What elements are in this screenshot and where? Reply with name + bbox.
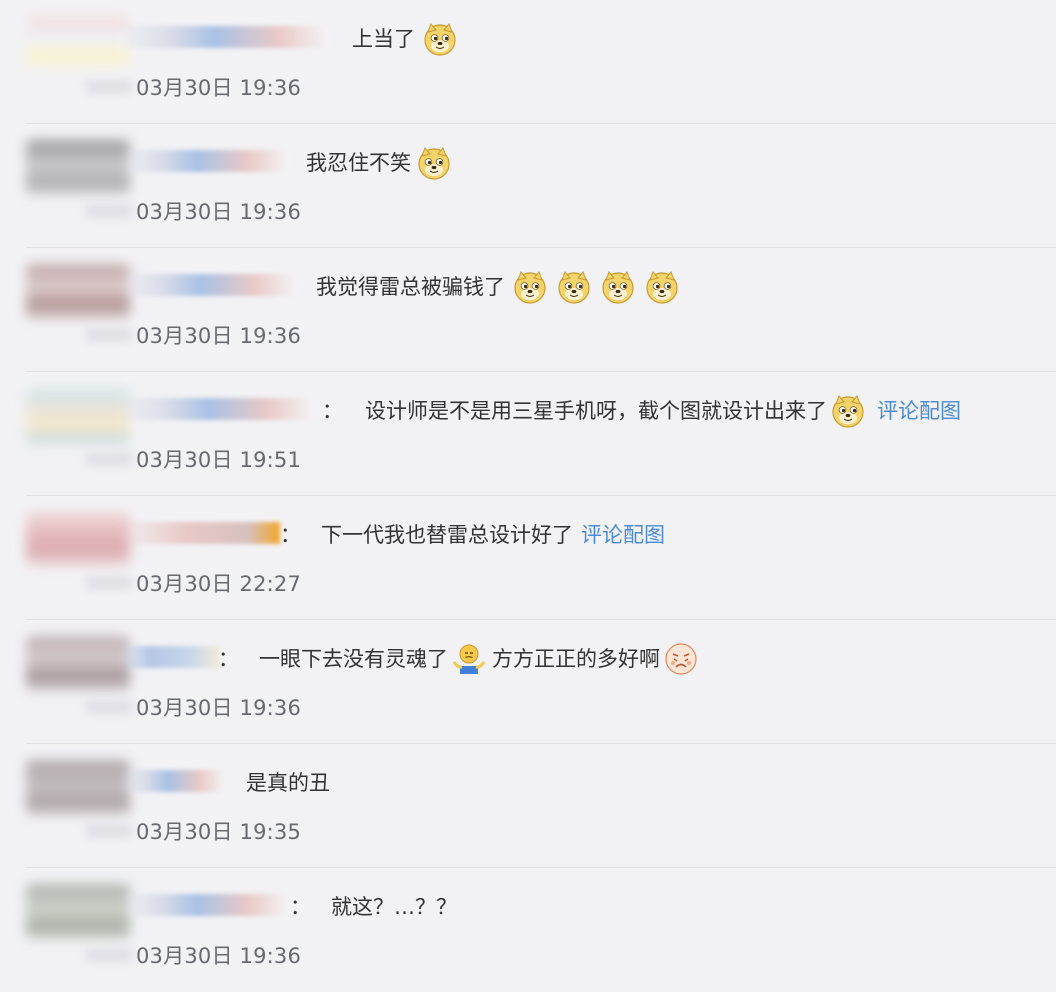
comment-time: 03月30日 19:36 <box>136 944 302 968</box>
comment-item: 上当了 03月30日 19:36 <box>0 0 1056 124</box>
comment-time: 03月30日 19:36 <box>136 324 302 348</box>
comment-text-continued: 方方正正的多好啊 <box>492 647 660 671</box>
comment-time: 03月30日 19:35 <box>136 820 302 844</box>
avatar[interactable] <box>26 140 130 196</box>
doge-emoji-icon <box>601 270 635 304</box>
comment-content: ： 设计师是不是用三星手机呀，截个图就设计出来了 评论配图 <box>316 392 961 430</box>
angry-face-emoji-icon <box>664 642 698 676</box>
comment-text: 就这？…？？ <box>331 895 457 919</box>
comment-content: ： 下一代我也替雷总设计好了 评论配图 <box>280 516 665 554</box>
comment-text: 我忍住不笑 <box>306 151 411 175</box>
blurred-detail <box>86 948 132 962</box>
avatar[interactable] <box>26 388 130 444</box>
comment-text: 设计师是不是用三星手机呀，截个图就设计出来了 <box>365 399 827 423</box>
comment-item: 我忍住不笑 03月30日 19:36 <box>0 124 1056 248</box>
blurred-detail <box>86 80 132 94</box>
blurred-detail <box>86 700 132 714</box>
user-name[interactable] <box>120 274 298 296</box>
comment-content: ： 一眼下去没有灵魂了 方方正正的多好啊 <box>218 640 698 678</box>
comment-content: 是真的丑 <box>246 764 330 802</box>
comment-time: 03月30日 19:36 <box>136 76 302 100</box>
avatar[interactable] <box>26 884 130 940</box>
colon: ： <box>322 399 343 423</box>
comment-item: ： 一眼下去没有灵魂了 方方正正的多好啊 03月30日 19:36 <box>0 620 1056 744</box>
user-name[interactable] <box>120 398 316 420</box>
comment-text: 下一代我也替雷总设计好了 <box>321 523 573 547</box>
doge-emoji-icon <box>557 270 591 304</box>
user-name[interactable] <box>120 522 280 544</box>
avatar[interactable] <box>26 16 130 72</box>
comment-text: 我觉得雷总被骗钱了 <box>316 275 505 299</box>
comment-item: 是真的丑 03月30日 19:35 <box>0 744 1056 868</box>
doge-emoji-icon <box>645 270 679 304</box>
user-name[interactable] <box>120 646 220 668</box>
colon: ： <box>218 647 239 671</box>
comment-image-link[interactable]: 评论配图 <box>581 516 665 554</box>
user-name[interactable] <box>120 770 226 792</box>
comment-item: ： 就这？…？？ 03月30日 19:36 <box>0 868 1056 992</box>
comment-time: 03月30日 19:36 <box>136 696 302 720</box>
comment-image-link[interactable]: 评论配图 <box>877 392 961 430</box>
comment-text: 上当了 <box>352 27 415 51</box>
comment-time: 03月30日 19:36 <box>136 200 302 224</box>
blurred-detail <box>86 204 132 218</box>
doge-emoji-icon <box>831 394 865 428</box>
comment-time: 03月30日 22:27 <box>136 572 302 596</box>
colon: ： <box>280 523 301 547</box>
blurred-detail <box>86 576 132 590</box>
comment-time: 03月30日 19:51 <box>136 448 302 472</box>
avatar[interactable] <box>26 512 130 568</box>
comment-item: ： 设计师是不是用三星手机呀，截个图就设计出来了 评论配图 03月30日 19:… <box>0 372 1056 496</box>
avatar[interactable] <box>26 636 130 692</box>
comment-item: ： 下一代我也替雷总设计好了 评论配图 03月30日 22:27 <box>0 496 1056 620</box>
doge-emoji-icon <box>513 270 547 304</box>
avatar[interactable] <box>26 264 130 320</box>
comment-text: 一眼下去没有灵魂了 <box>259 647 448 671</box>
doge-emoji-icon <box>423 22 457 56</box>
blurred-detail <box>86 328 132 342</box>
comment-content: ： 就这？…？？ <box>290 888 457 926</box>
comment-text: 是真的丑 <box>246 771 330 795</box>
comment-content: 我觉得雷总被骗钱了 <box>316 268 679 306</box>
comment-content: 我忍住不笑 <box>306 144 451 182</box>
shrug-emoji-icon <box>452 642 486 676</box>
blurred-detail <box>86 452 132 466</box>
colon: ： <box>290 895 311 919</box>
blurred-detail <box>86 824 132 838</box>
user-name[interactable] <box>120 26 330 48</box>
user-name[interactable] <box>120 150 290 172</box>
comment-item: 我觉得雷总被骗钱了 03月30日 19:36 <box>0 248 1056 372</box>
avatar[interactable] <box>26 760 130 816</box>
comment-content: 上当了 <box>352 20 457 58</box>
doge-emoji-icon <box>417 146 451 180</box>
user-name[interactable] <box>120 894 290 916</box>
